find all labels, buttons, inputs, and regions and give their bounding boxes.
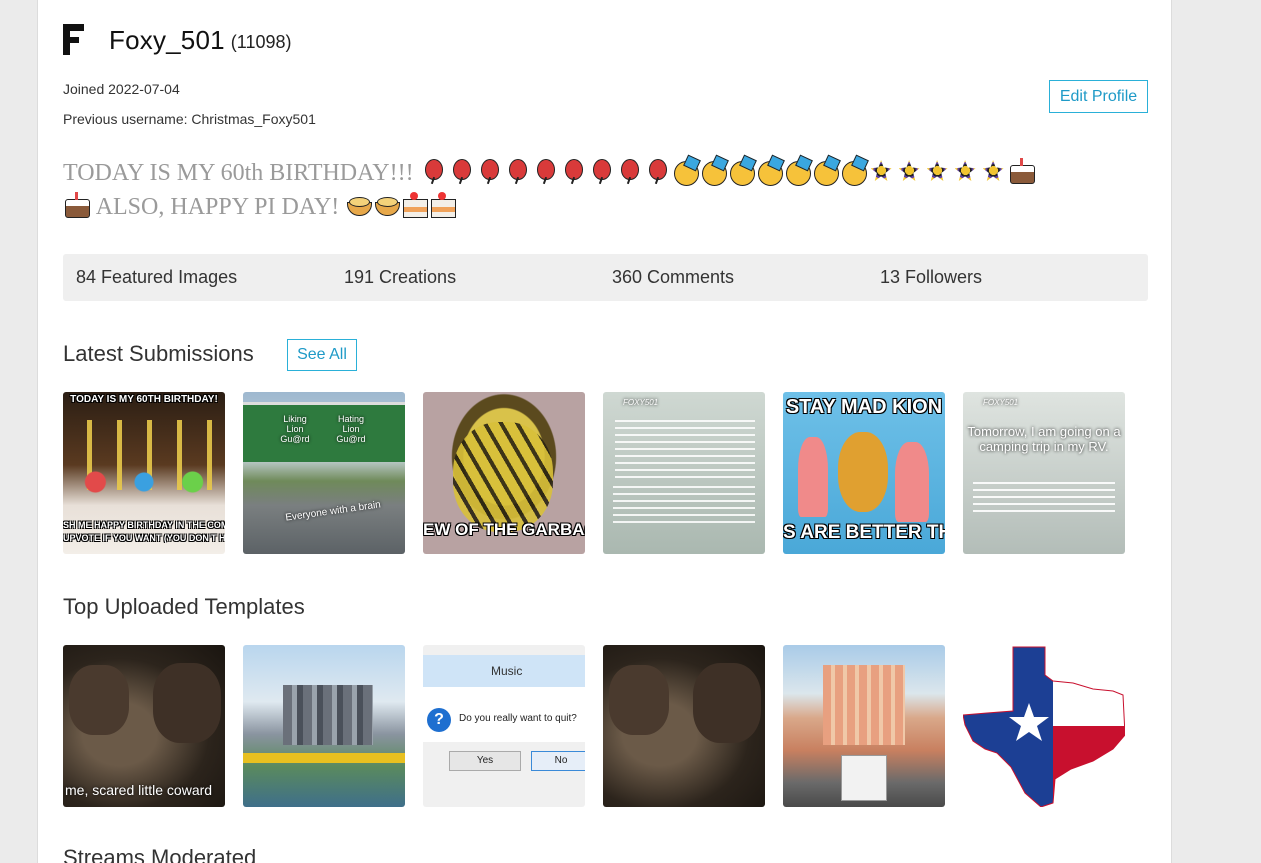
template-3-yes: Yes [449,751,521,771]
cake-emoji-icon [63,191,90,219]
pie-emoji-icon [345,191,373,219]
submission-thumb-1[interactable]: TODAY IS MY 60TH BIRTHDAY! SH ME HAPPY B… [63,392,225,554]
bio-emojis-line1 [420,157,1036,186]
party-emoji-icon [784,157,811,186]
submission-5-bottom-text: S ARE BETTER THA [783,522,945,543]
bio-emojis-line2-lead [63,191,91,220]
profile-header: Foxy_501 (11098) [63,20,292,60]
slice-emoji-icon [429,191,457,219]
profile-bio: TODAY IS MY 60th BIRTHDAY!!! ALSO, HAPPY… [63,156,1148,224]
party-emoji-icon [812,157,839,186]
balloon-emoji-icon [560,157,587,185]
submission-3-bottom-text: EW OF THE GARBAGE [423,520,585,539]
party-emoji-icon [840,157,867,186]
party-emoji-icon [672,157,699,186]
firework-emoji-icon [896,157,923,185]
balloon-emoji-icon [476,157,503,185]
top-templates-title: Top Uploaded Templates [63,594,305,619]
submission-2-sign-left: Liking Lion Gu@rd [280,414,310,444]
balloon-emoji-icon [504,157,531,185]
submission-6-text: Tomorrow, I am going on a camping trip i… [967,424,1121,454]
submission-5-top-text: STAY MAD KION [785,396,943,418]
template-thumb-4[interactable] [603,645,765,807]
stat-followers[interactable]: 13 Followers [880,267,982,288]
bio-line2-text: ALSO, HAPPY PI DAY! [95,194,340,220]
stat-creations[interactable]: 191 Creations [344,267,456,288]
stat-comments[interactable]: 360 Comments [612,267,734,288]
template-thumb-5[interactable] [783,645,945,807]
submission-2-bottom-text: Everyone with a brain [284,499,382,524]
streams-moderated-title: Streams Moderated [63,845,257,863]
edit-profile-button[interactable]: Edit Profile [1049,80,1148,113]
template-3-question: Do you really want to quit? [459,713,577,724]
submission-thumb-6[interactable]: FOXY501 Tomorrow, I am going on a campin… [963,392,1125,554]
firework-emoji-icon [868,157,895,185]
balloon-emoji-icon [420,157,447,185]
profile-page: Foxy_501 (11098) Joined 2022-07-04 Previ… [37,0,1172,863]
template-thumb-3[interactable]: Music ? Do you really want to quit? Yes … [423,645,585,807]
firework-emoji-icon [924,157,951,185]
submission-4-tag: FOXY501 [623,398,659,407]
avatar [63,22,87,58]
template-3-no: No [531,751,585,771]
username: Foxy_501 [109,24,225,55]
template-thumb-2[interactable] [243,645,405,807]
party-emoji-icon [728,157,755,186]
stats-bar: 84 Featured Images 191 Creations 360 Com… [63,254,1148,301]
submission-thumb-3[interactable]: EW OF THE GARBAGE [423,392,585,554]
submission-thumb-5[interactable]: STAY MAD KION S ARE BETTER THA [783,392,945,554]
balloon-emoji-icon [644,157,671,185]
submission-2-sign-right: Hating Lion Gu@rd [336,414,366,444]
see-all-button[interactable]: See All [287,339,357,371]
submission-thumb-2[interactable]: Liking Lion Gu@rd Hating Lion Gu@rd Ever… [243,392,405,554]
submission-thumb-4[interactable]: FOXY501 [603,392,765,554]
previous-username: Previous username: Christmas_Foxy501 [63,111,316,127]
balloon-emoji-icon [448,157,475,185]
template-1-caption: me, scared little coward [65,782,213,798]
bio-line1-text: TODAY IS MY 60th BIRTHDAY!!! [63,160,414,186]
submission-1-bottom-text-2: UPVOTE IF YOU WANT (YOU DON'T HAV [63,533,225,543]
cake-emoji-icon [1008,157,1035,185]
pie-emoji-icon [373,191,401,219]
balloon-emoji-icon [532,157,559,185]
submission-1-top-text: TODAY IS MY 60TH BIRTHDAY! [70,394,218,405]
template-thumb-1[interactable]: me, scared little coward [63,645,225,807]
balloon-emoji-icon [588,157,615,185]
party-emoji-icon [700,157,727,186]
slice-emoji-icon [401,191,429,219]
latest-submissions-title: Latest Submissions [63,341,254,366]
bio-emojis-line2 [345,191,457,220]
stat-featured-images[interactable]: 84 Featured Images [76,267,237,288]
submission-6-tag: FOXY501 [983,398,1019,407]
submission-1-bottom-text-1: SH ME HAPPY BIRTHDAY IN THE COMM [63,520,225,530]
user-points: (11098) [230,31,292,52]
texas-flag-map-icon [963,646,1125,807]
template-thumb-6[interactable] [963,645,1125,807]
balloon-emoji-icon [616,157,643,185]
firework-emoji-icon [952,157,979,185]
firework-emoji-icon [980,157,1007,185]
party-emoji-icon [756,157,783,186]
template-3-title: Music [491,664,523,678]
joined-date: Joined 2022-07-04 [63,81,180,97]
